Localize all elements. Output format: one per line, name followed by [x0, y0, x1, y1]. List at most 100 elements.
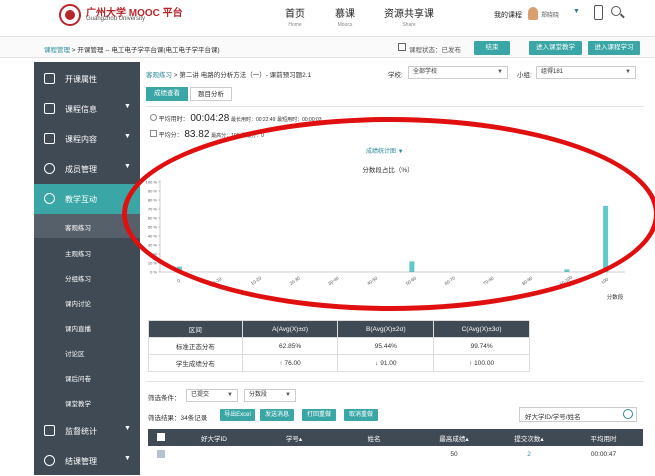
y-tick-label: 10 % [148, 261, 158, 266]
x-tick-label: 60-70 [444, 275, 457, 286]
stat-chart-toggle-label: 成绩统计图 [366, 149, 397, 155]
submit-count-link[interactable]: 2 [494, 446, 564, 463]
x-tick-label: 30-40 [327, 275, 340, 286]
sidebar-sub-questionnaire[interactable]: 课后问卷 [34, 365, 140, 389]
nav-share[interactable]: 资源共享课 Share [384, 5, 434, 28]
select-all-cell[interactable] [148, 429, 174, 446]
dist-header: C(Avg(X)±3σ) [433, 320, 530, 338]
chevron-down-icon: ▼ [124, 103, 131, 110]
sidebar-item-course-info[interactable]: 课程信息 ▼ [34, 94, 140, 124]
sidebar-sub-classroom[interactable]: 课堂教学 [34, 390, 140, 414]
col-header[interactable]: 平均用时 [564, 429, 643, 446]
sidebar-sub-forum[interactable]: 讨论区 [34, 340, 140, 364]
col-header[interactable]: 好大学ID [174, 429, 254, 446]
sidebar-item-monitoring[interactable]: 监督统计 ▼ [34, 416, 140, 446]
sidebar-item-label: 教学互动 [65, 195, 97, 204]
score-range-value: 分数段 [249, 392, 268, 398]
university-logo-icon[interactable] [59, 4, 81, 26]
enter-study-button[interactable]: 进入课程学习 [588, 41, 640, 55]
sidebar-item-course-properties[interactable]: 开课属性 [34, 64, 140, 94]
course-breadcrumb-bar: 课程管理 > 开课管理 -- 电工电子学平台课(电工电子学平台课) 课程状态：已… [0, 36, 655, 58]
my-courses-link[interactable]: 我的课程 [494, 10, 522, 20]
score-icon [150, 130, 157, 137]
table-row[interactable]: 50 2 00:00:47 [148, 446, 643, 463]
avatar[interactable] [528, 7, 538, 20]
sidebar-sub-live[interactable]: 课内直播 [34, 315, 140, 339]
x-tick-label: 90-100 [559, 274, 574, 286]
chart-bar [176, 266, 182, 272]
search-icon[interactable] [623, 409, 633, 419]
status-icon [398, 43, 406, 51]
sidebar-item-teaching-interaction[interactable]: 教学互动 [34, 184, 140, 214]
student-header-row: 好大学ID 学号▴ 姓名 最高成绩▴ 提交次数▴ 平均用时 [148, 429, 643, 446]
redo-button[interactable]: 打回重做 [302, 409, 336, 421]
divider [146, 106, 644, 107]
dist-cell: 标准正态分布 [148, 337, 243, 355]
dist-header: 区间 [148, 320, 243, 338]
group-select[interactable]: 组得181 ▼ [536, 66, 636, 79]
x-axis: 0 0-10 10-20 20-30 30-40 40-50 50-60 60-70 70-80… [160, 271, 625, 287]
x-tick-label: 0 [176, 278, 181, 284]
mobile-icon[interactable] [594, 5, 603, 20]
dist-header: B(Avg(X)±2σ) [337, 320, 435, 338]
sidebar-item-course-content[interactable]: 课程内容 ▼ [34, 124, 140, 154]
y-tick-label: 70 % [148, 207, 158, 212]
sidebar-sub-objective-exercise[interactable]: 客观练习 [34, 214, 140, 238]
exercise-breadcrumb-link[interactable]: 客观练习 [146, 72, 172, 79]
enter-teaching-button[interactable]: 进入课堂教学 [529, 41, 582, 55]
x-tick-label: 10-20 [250, 275, 263, 286]
table-cell [254, 446, 334, 463]
tab-score-view[interactable]: 成绩查看 [146, 87, 188, 101]
score-distribution-chart: 分数段占比（%） 0 % 10 % 20 % 30 % 40 % 50 % 60 % 70 %… [146, 165, 625, 301]
chart-bar [603, 205, 609, 272]
avg-time-label: 平均用时： [158, 117, 189, 123]
nav-share-sub: Share [402, 22, 416, 28]
row-select-cell[interactable] [148, 446, 174, 463]
chevron-down-icon: ▼ [285, 392, 291, 398]
exercise-breadcrumb-rest: > 第二讲 电路的分析方法（一）- 课前预习题2.1 [172, 72, 312, 79]
select-all-checkbox[interactable] [157, 432, 165, 441]
nav-home[interactable]: 首页 Home [285, 5, 305, 28]
chart-title: 分数段占比（%） [362, 165, 413, 174]
col-header[interactable]: 最高成绩▴ [414, 429, 494, 446]
close-course-button[interactable]: 结束 [474, 41, 510, 55]
row-checkbox[interactable] [157, 449, 165, 458]
y-tick-label: 80 % [148, 198, 158, 203]
sidebar-sub-label: 课堂教学 [65, 401, 91, 408]
school-select-value: 全部学校 [413, 69, 438, 75]
score-range-select[interactable]: 分数段 ▼ [244, 389, 296, 402]
y-tick-label: 100 % [146, 180, 158, 185]
dist-cell: ↑ 100.00 [433, 354, 530, 372]
student-search[interactable]: 好大学ID/学号/姓名 [519, 407, 637, 422]
user-name[interactable]: 郑晓晓 [541, 10, 559, 19]
dist-cell: 学生成绩分布 [148, 354, 243, 372]
sidebar-sub-class-discussion[interactable]: 课内讨论 [34, 290, 140, 314]
x-axis-label: 分数段 [607, 293, 624, 301]
sidebar-sub-subjective-exercise[interactable]: 主观练习 [34, 240, 140, 264]
search-icon[interactable] [611, 6, 621, 16]
nav-moocs[interactable]: 慕课 Moocs [335, 5, 355, 28]
sidebar-item-members[interactable]: 成员管理 ▼ [34, 154, 140, 184]
col-header[interactable]: 学号▴ [254, 429, 334, 446]
breadcrumb-course-manage[interactable]: 课程管理 [44, 47, 70, 54]
dist-cell: 99.74% [433, 337, 530, 355]
tab-question-analysis[interactable]: 题目分析 [190, 87, 232, 101]
col-header[interactable]: 提交次数▴ [494, 429, 564, 446]
sidebar-sub-group-exercise[interactable]: 分组练习 [34, 265, 140, 289]
submit-status-select[interactable]: 已提交 ▼ [186, 389, 238, 402]
interaction-icon [44, 193, 55, 204]
sidebar-item-course-end[interactable]: 结课管理 ▼ [34, 446, 140, 476]
y-axis: 0 % 10 % 20 % 30 % 40 % 50 % 60 % 70 % 80 % 90 % 1… [146, 180, 161, 275]
x-tick-label: 20-30 [289, 275, 302, 286]
sidebar-item-label: 课程信息 [65, 105, 97, 114]
send-message-button[interactable]: 发送消息 [260, 409, 294, 421]
export-excel-button[interactable]: 导出Excel [220, 409, 255, 421]
school-select[interactable]: 全部学校 ▼ [408, 66, 508, 79]
chevron-down-icon: ▼ [625, 69, 631, 75]
col-header[interactable]: 姓名 [334, 429, 414, 446]
stat-chart-toggle[interactable]: 成绩统计图 ▼ [366, 146, 404, 155]
avg-score-value: 83.82 [184, 129, 210, 140]
user-dropdown-icon[interactable]: ▼ [573, 8, 580, 15]
table-cell: 50 [450, 451, 458, 458]
cancel-redo-button[interactable]: 取消重做 [344, 409, 378, 421]
